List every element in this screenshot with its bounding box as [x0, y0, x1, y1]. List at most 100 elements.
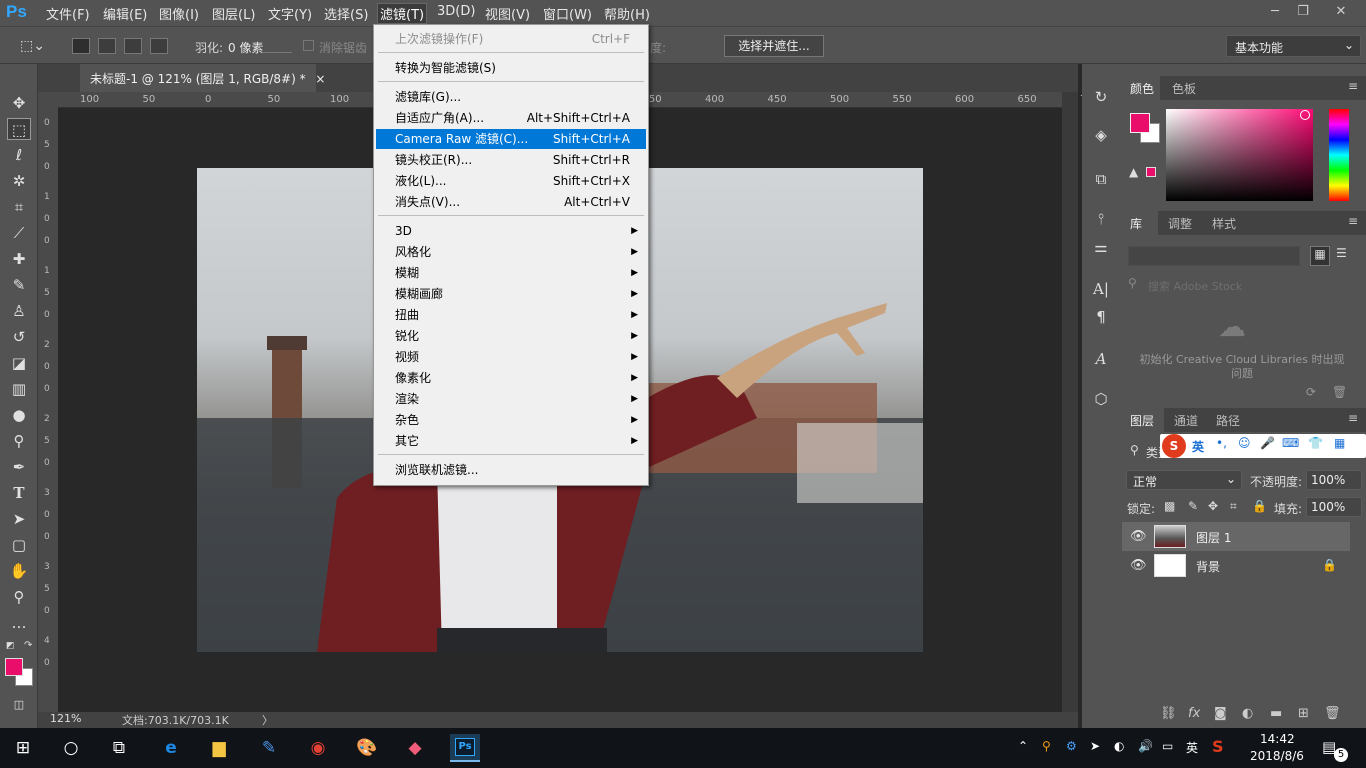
close-icon[interactable]: ✕ — [1330, 2, 1352, 22]
filter-menu-item[interactable]: 扭曲 ▶ — [376, 305, 646, 325]
subtract-selection-icon[interactable] — [124, 38, 142, 54]
add-mask-icon[interactable]: ◙ — [1214, 706, 1227, 721]
vertical-scrollbar[interactable] — [1062, 92, 1078, 712]
filter-menu-item[interactable]: 其它 ▶ — [376, 431, 646, 451]
fx-icon[interactable]: fx — [1188, 706, 1200, 721]
ime-language[interactable]: 英 — [1192, 438, 1204, 455]
tab-channels[interactable]: 通道 — [1174, 412, 1198, 429]
default-colors-icon[interactable]: ◩ — [6, 641, 15, 651]
healing-brush-icon[interactable]: ✚ — [7, 248, 31, 270]
new-group-icon[interactable]: ▬ — [1270, 706, 1282, 721]
sogou-logo-icon[interactable]: S — [1162, 434, 1186, 458]
brush-panel-icon[interactable]: ⫯ — [1090, 210, 1112, 232]
feather-input[interactable]: 0 像素 — [228, 39, 263, 56]
gradient-tool-icon[interactable]: ▥ — [7, 378, 31, 400]
paragraph-panel-icon[interactable]: ¶ — [1090, 308, 1112, 330]
adjustment-layer-icon[interactable]: ◐ — [1242, 706, 1253, 721]
add-selection-icon[interactable] — [98, 38, 116, 54]
ime-punct-icon[interactable]: •, — [1216, 436, 1227, 450]
paint-app-icon[interactable]: 🎨 — [354, 736, 380, 760]
cube-panel-icon[interactable]: ⬡ — [1090, 390, 1112, 412]
chrome-icon[interactable]: ◉ — [305, 736, 331, 760]
clock-date[interactable]: 2018/8/6 — [1250, 749, 1304, 763]
tray-wechat-icon[interactable]: ◐ — [1114, 739, 1124, 753]
lock-position-icon[interactable]: ✥ — [1208, 499, 1218, 513]
cc-sync-icon[interactable]: ⟳ — [1306, 385, 1316, 399]
photoshop-taskbar-button[interactable]: Ps — [450, 734, 480, 762]
blend-mode-select[interactable]: 正常 ⌄ — [1126, 470, 1242, 490]
filter-menu-item[interactable]: 模糊画廊 ▶ — [376, 284, 646, 304]
3d-panel-icon[interactable]: ◈ — [1090, 126, 1112, 148]
menu-3d[interactable]: 3D(D) — [437, 4, 475, 19]
visibility-eye-icon[interactable]: 👁 — [1130, 529, 1147, 544]
vertical-ruler[interactable]: 0 5 0 1 0 0 1 5 0 2 0 0 2 5 0 3 0 0 3 5 0 4 0 — [38, 108, 58, 712]
menu-help[interactable]: 帮助(H) — [604, 4, 650, 23]
library-select[interactable] — [1128, 246, 1300, 266]
edge-browser-icon[interactable]: e — [158, 736, 184, 760]
filter-menu-item[interactable]: 自适应广角(A)... Alt+Shift+Ctrl+A — [376, 108, 646, 128]
layer-row-background[interactable]: 👁 背景 🔒 — [1122, 551, 1350, 580]
zoom-tool-icon[interactable]: ⚲ — [7, 586, 31, 608]
ime-tools-icon[interactable]: ▦ — [1334, 436, 1345, 450]
link-layers-icon[interactable]: ⛓ — [1160, 706, 1177, 721]
tag-app-icon[interactable]: ◆ — [402, 736, 428, 760]
hand-tool-icon[interactable]: ✋ — [7, 560, 31, 582]
brush-settings-icon[interactable]: ⚌ — [1090, 238, 1112, 260]
tray-sogou-icon[interactable]: S — [1212, 737, 1224, 756]
filter-menu-item[interactable]: 渲染 ▶ — [376, 389, 646, 409]
swap-colors-icon[interactable]: ↷ — [24, 640, 32, 651]
trash-icon[interactable]: 🗑 — [1332, 385, 1347, 399]
menu-window[interactable]: 窗口(W) — [543, 4, 592, 23]
task-view-icon[interactable]: ⧉ — [106, 736, 132, 760]
tray-ime-language[interactable]: 英 — [1186, 739, 1198, 756]
grid-view-icon[interactable]: ▦ — [1310, 246, 1330, 266]
gamut-warning-icon[interactable]: ▲ — [1129, 165, 1138, 179]
menu-view[interactable]: 视图(V) — [485, 4, 530, 23]
filter-menu-item[interactable]: 上次滤镜操作(F) Ctrl+F — [376, 29, 646, 49]
list-view-icon[interactable]: ☰ — [1336, 246, 1347, 260]
more-tools-icon[interactable]: … — [7, 612, 31, 634]
filter-menu-item[interactable]: 镜头校正(R)... Shift+Ctrl+R — [376, 150, 646, 170]
tray-expand-icon[interactable]: ⌃ — [1018, 739, 1028, 753]
tab-paths[interactable]: 路径 — [1216, 412, 1240, 429]
filter-menu-item[interactable]: 滤镜库(G)... — [376, 87, 646, 107]
filter-menu-item[interactable]: 视频 ▶ — [376, 347, 646, 367]
menu-layer[interactable]: 图层(L) — [212, 4, 255, 23]
quick-mask-icon[interactable]: ◫ — [7, 694, 31, 716]
filter-menu-item[interactable]: 风格化 ▶ — [376, 242, 646, 262]
minimize-icon[interactable]: ─ — [1264, 2, 1286, 22]
clock-time[interactable]: 14:42 — [1260, 732, 1295, 746]
volume-icon[interactable]: 🔊 — [1138, 739, 1153, 753]
ime-emoji-icon[interactable]: ☺ — [1238, 436, 1251, 450]
app-pen-icon[interactable]: ✎ — [256, 736, 282, 760]
restore-icon[interactable]: ❐ — [1292, 2, 1314, 22]
stock-search-input[interactable]: 搜索 Adobe Stock — [1148, 278, 1242, 294]
menu-filter[interactable]: 滤镜(T) — [376, 3, 428, 24]
tab-color[interactable]: 颜色 — [1130, 80, 1154, 97]
menu-edit[interactable]: 编辑(E) — [103, 4, 147, 23]
tab-libraries[interactable]: 库 — [1130, 215, 1142, 232]
ime-keyboard-icon[interactable]: ⌨ — [1282, 436, 1299, 450]
history-brush-icon[interactable]: ↺ — [7, 326, 31, 348]
lock-all-icon[interactable]: 🔒 — [1252, 499, 1267, 513]
properties-panel-icon[interactable]: ⧉ — [1090, 170, 1112, 192]
filter-menu-item[interactable]: 浏览联机滤镜... — [376, 460, 646, 480]
menu-file[interactable]: 文件(F) — [46, 4, 90, 23]
new-selection-icon[interactable] — [72, 38, 90, 54]
layer-name[interactable]: 背景 — [1196, 558, 1220, 575]
workspace-select[interactable]: 基本功能 ⌄ — [1226, 35, 1361, 57]
glyphs-panel-icon[interactable]: A — [1090, 350, 1112, 372]
move-tool-icon[interactable]: ✥ — [7, 92, 31, 114]
file-explorer-icon[interactable]: ▆ — [206, 736, 232, 760]
filter-menu-item[interactable]: 杂色 ▶ — [376, 410, 646, 430]
type-tool-icon[interactable]: T — [7, 482, 31, 504]
marquee-preset-icon[interactable]: ⬚⌄ — [20, 38, 45, 54]
filter-menu-item[interactable]: 转换为智能滤镜(S) — [376, 58, 646, 78]
character-panel-icon[interactable]: A| — [1090, 280, 1112, 302]
pen-tool-icon[interactable]: ✒ — [7, 456, 31, 478]
opacity-input[interactable]: 100% — [1306, 470, 1362, 490]
antialias-checkbox[interactable] — [303, 40, 314, 51]
layer-name[interactable]: 图层 1 — [1196, 529, 1231, 546]
windows-start-icon[interactable]: ⊞ — [10, 736, 36, 760]
path-select-icon[interactable]: ➤ — [7, 508, 31, 530]
